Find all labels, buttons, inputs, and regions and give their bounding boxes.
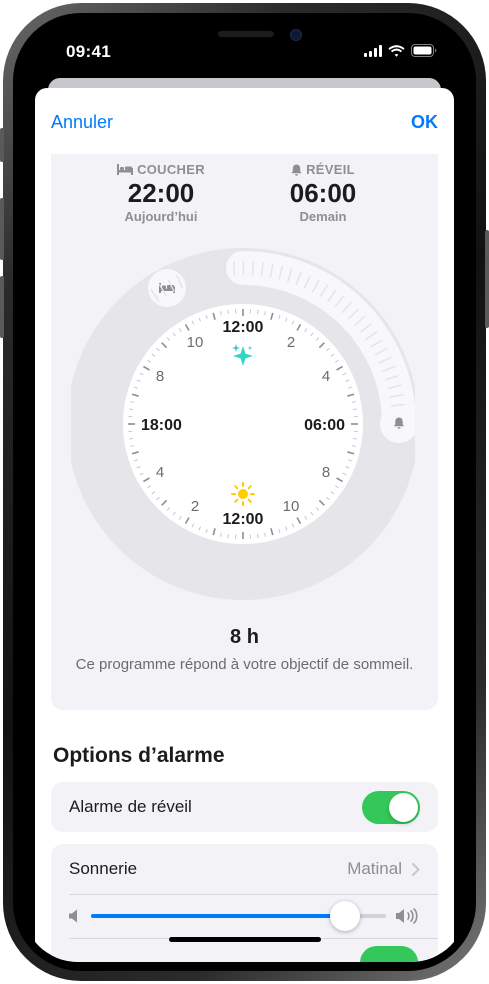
sound-group: Sonnerie Matinal <box>51 844 438 962</box>
sound-value: Matinal <box>347 859 402 878</box>
bedtime-value: 22:00 <box>127 178 195 208</box>
wake-alarm-group: Alarme de réveil <box>51 782 438 832</box>
volume-slider-thumb[interactable] <box>329 901 360 931</box>
wake-label: RÉVEIL <box>306 162 355 177</box>
clock-number-10-bottom: 10 <box>283 498 300 515</box>
sleep-duration: 8 h <box>230 626 259 648</box>
bedtime-label-row: COUCHER <box>91 162 231 177</box>
screen: 09:41 Annuler OK COUCHER 22:00 Aujourd’h… <box>22 22 467 962</box>
clock-label-12-bottom: 12:00 <box>223 511 264 528</box>
power-button <box>485 230 489 328</box>
sound-row[interactable]: Sonnerie Matinal <box>51 844 438 894</box>
wake-block: RÉVEIL 06:00 Demain <box>253 162 393 224</box>
clock-tick <box>128 437 134 440</box>
clock-tick <box>352 408 358 411</box>
sleep-dial[interactable]: 12:00 12:00 18:00 06:00 10 2 8 4 4 8 2 1… <box>71 238 415 610</box>
edit-schedule-sheet: Annuler OK COUCHER 22:00 Aujourd’hui RÉV… <box>35 88 454 962</box>
home-indicator <box>168 937 321 942</box>
cancel-button[interactable]: Annuler <box>51 112 113 133</box>
wake-label-row: RÉVEIL <box>253 162 393 177</box>
signal-icon <box>364 44 382 57</box>
volume-up-button <box>0 198 4 260</box>
volume-down-button <box>0 276 4 338</box>
clock-label-12-top: 12:00 <box>223 319 264 336</box>
next-row-toggle[interactable] <box>360 946 418 962</box>
sound-label: Sonnerie <box>69 859 138 878</box>
sound-value-wrap: Matinal <box>347 859 420 879</box>
sleep-schedule-card: COUCHER 22:00 Aujourd’hui RÉVEIL 06:00 D… <box>51 154 438 710</box>
ok-button[interactable]: OK <box>411 112 438 133</box>
volume-low-icon <box>69 909 77 923</box>
speaker <box>217 31 274 37</box>
bedtime-label: COUCHER <box>137 162 205 177</box>
camera <box>289 29 302 41</box>
clock-label-18: 18:00 <box>141 417 182 434</box>
clock-number-8-right: 8 <box>322 464 330 481</box>
bedtime-handle[interactable] <box>148 269 186 307</box>
wake-day: Demain <box>299 209 347 224</box>
wake-value: 06:00 <box>289 178 357 208</box>
silent-switch <box>0 128 4 162</box>
volume-slider-fill <box>91 914 345 918</box>
clock-number-8-left: 8 <box>156 368 164 385</box>
clock-tick <box>227 533 230 539</box>
bed-icon <box>117 164 134 175</box>
volume-slider[interactable] <box>91 901 386 931</box>
clock-number-4-right: 4 <box>322 368 330 385</box>
wifi-icon <box>388 44 405 57</box>
clock-tick <box>352 437 358 440</box>
clock-tick <box>227 309 230 315</box>
clock-number-2-bottom: 2 <box>191 498 199 515</box>
status-icons <box>364 44 437 57</box>
clock-label-06: 06:00 <box>304 417 345 434</box>
arc-tick <box>232 261 236 276</box>
clock-number-2-top: 2 <box>287 334 295 351</box>
status-time: 09:41 <box>66 42 111 61</box>
goal-message: Ce programme répond à votre objectif de … <box>75 656 414 673</box>
sun-icon <box>231 482 255 506</box>
bell-icon <box>291 164 302 176</box>
clock-tick <box>256 533 259 539</box>
alarm-options-title: Options d’alarme <box>53 744 225 767</box>
notch <box>139 22 350 54</box>
arc-tick <box>251 261 255 276</box>
volume-high-icon <box>396 908 418 924</box>
wake-alarm-label: Alarme de réveil <box>69 797 192 816</box>
clock-number-4-left: 4 <box>156 464 164 481</box>
wake-alarm-toggle[interactable] <box>362 790 420 824</box>
volume-row <box>51 894 438 938</box>
clock-tick <box>128 408 134 411</box>
clock-tick <box>256 309 259 315</box>
bedtime-block: COUCHER 22:00 Aujourd’hui <box>91 162 231 224</box>
wake-alarm-row: Alarme de réveil <box>51 782 438 832</box>
battery-icon <box>411 44 437 57</box>
toggle-knob <box>389 792 418 822</box>
clock-number-10-top: 10 <box>187 334 204 351</box>
bedtime-day: Aujourd’hui <box>124 209 198 224</box>
chevron-right-icon <box>412 862 420 876</box>
